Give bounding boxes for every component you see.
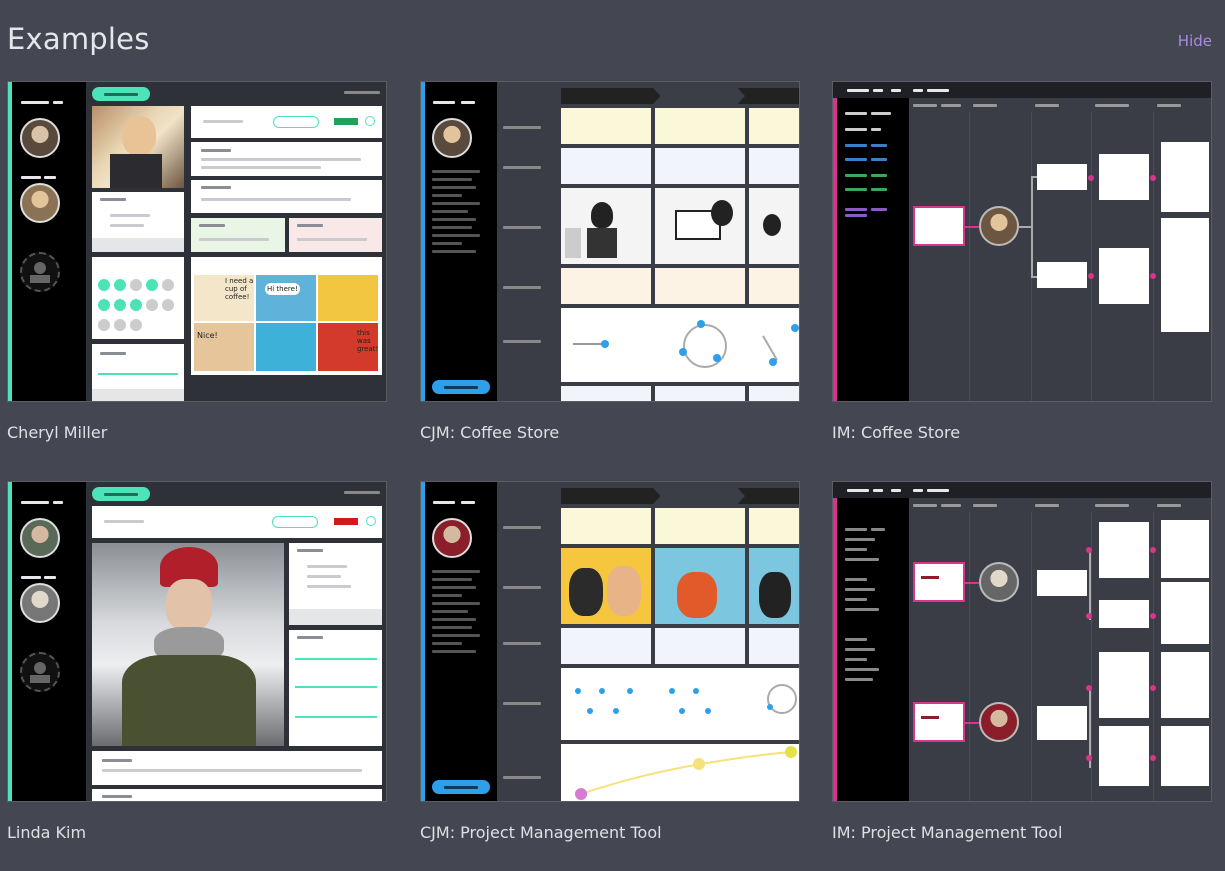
comic-collage: I need a cup of coffee! Hi there! Nice! … — [191, 257, 382, 375]
avatar — [20, 183, 60, 223]
emotion-curve — [561, 744, 799, 801]
add-persona-icon[interactable] — [20, 652, 60, 692]
persona-pill[interactable] — [92, 487, 150, 501]
card-title[interactable]: Linda Kim — [7, 823, 86, 842]
actor-avatar[interactable] — [979, 702, 1019, 742]
card-thumbnail[interactable] — [420, 481, 800, 802]
card-thumbnail[interactable] — [420, 81, 800, 402]
avatar — [432, 518, 472, 558]
goal-node[interactable] — [913, 206, 965, 246]
card-title[interactable]: Cheryl Miller — [7, 423, 107, 442]
section-title: Examples — [7, 22, 150, 56]
avatar — [20, 118, 60, 158]
actor-avatar[interactable] — [979, 562, 1019, 602]
example-card-im-project-management-tool[interactable]: IM: Project Management Tool — [832, 481, 1212, 842]
card-thumbnail[interactable]: I need a cup of coffee! Hi there! Nice! … — [7, 81, 387, 402]
persona-pill[interactable] — [92, 87, 150, 101]
comic-panel — [561, 548, 651, 624]
hide-link[interactable]: Hide — [1178, 32, 1212, 50]
examples-page: Examples Hide I need a cup of coffee! Hi… — [0, 0, 1225, 871]
card-thumbnail[interactable] — [832, 81, 1212, 402]
avatar — [20, 583, 60, 623]
card-title[interactable]: IM: Coffee Store — [832, 423, 960, 442]
avatar — [20, 518, 60, 558]
add-button[interactable] — [432, 380, 490, 394]
goal-node[interactable] — [913, 562, 965, 602]
journey-flow — [561, 668, 799, 740]
journey-flow — [561, 308, 799, 382]
card-thumbnail[interactable] — [832, 481, 1212, 802]
persona-photo — [92, 543, 284, 746]
actor-avatar[interactable] — [979, 206, 1019, 246]
card-thumbnail[interactable] — [7, 481, 387, 802]
card-title[interactable]: CJM: Project Management Tool — [420, 823, 662, 842]
example-card-cjm-coffee-store[interactable]: CJM: Coffee Store — [420, 81, 800, 442]
example-card-cjm-project-management-tool[interactable]: CJM: Project Management Tool — [420, 481, 800, 842]
card-title[interactable]: CJM: Coffee Store — [420, 423, 559, 442]
example-card-im-coffee-store[interactable]: IM: Coffee Store — [832, 81, 1212, 442]
goal-node[interactable] — [913, 702, 965, 742]
example-card-cheryl-miller[interactable]: I need a cup of coffee! Hi there! Nice! … — [7, 81, 387, 442]
sketch-illustration — [561, 188, 651, 264]
add-persona-icon[interactable] — [20, 252, 60, 292]
avatar — [432, 118, 472, 158]
social-icons — [92, 257, 184, 339]
card-title[interactable]: IM: Project Management Tool — [832, 823, 1062, 842]
persona-photo — [92, 106, 184, 188]
example-card-linda-kim[interactable]: Linda Kim — [7, 481, 387, 842]
add-button[interactable] — [432, 780, 490, 794]
